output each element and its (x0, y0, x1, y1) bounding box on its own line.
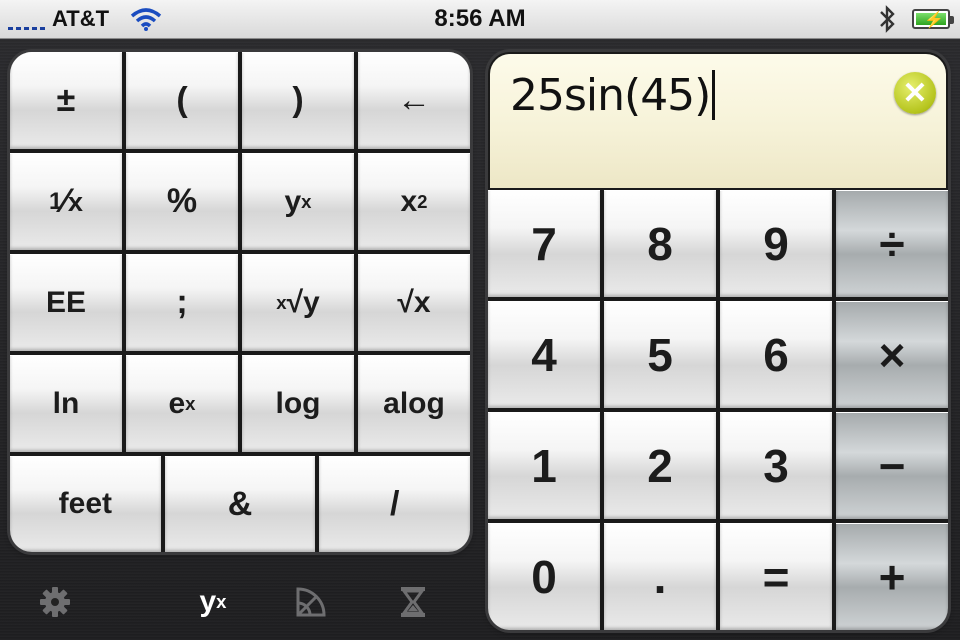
digit-1-key[interactable]: 1 (488, 412, 600, 519)
decimal-point-key[interactable]: . (604, 523, 716, 630)
reciprocal-denominator: x (67, 185, 84, 217)
power-base: y (284, 184, 302, 218)
ampersand-key[interactable]: & (164, 456, 316, 552)
numeric-keypad: 25sin(45) ✕ 7 8 9 ÷ 4 5 6 × 1 2 3 − 0 . … (488, 52, 948, 630)
slash-key[interactable]: / (319, 456, 470, 552)
digit-2-key[interactable]: 2 (604, 412, 716, 519)
root-radicand: √y (286, 285, 320, 319)
power-key[interactable]: yx (242, 153, 354, 250)
square-root-key[interactable]: √x (358, 254, 470, 351)
status-bar: AT&T 8:56 AM ⚡ (0, 0, 960, 39)
backspace-key[interactable]: ← (358, 52, 470, 149)
plus-minus-key[interactable]: ± (10, 52, 122, 149)
clear-x-icon[interactable]: ✕ (894, 72, 936, 114)
function-mode-tab[interactable]: yx (188, 580, 238, 624)
add-key[interactable]: + (836, 523, 948, 630)
scientific-keypad: ± ( ) ← 1 ⁄ x % yx x2 EE ; x √y √x ln ex lo… (10, 52, 470, 552)
equals-key[interactable]: = (720, 523, 832, 630)
text-cursor (712, 70, 716, 120)
protractor-icon[interactable] (286, 580, 336, 624)
nth-root-key[interactable]: x √y (242, 254, 354, 351)
gear-icon[interactable] (30, 580, 80, 624)
digit-5-key[interactable]: 5 (604, 301, 716, 408)
multiply-key[interactable]: × (836, 301, 948, 408)
open-paren-key[interactable]: ( (126, 52, 238, 149)
bottom-toolbar: yx (0, 572, 480, 632)
square-key[interactable]: x2 (358, 153, 470, 250)
semicolon-key[interactable]: ; (126, 254, 238, 351)
expression-display[interactable]: 25sin(45) ✕ (490, 54, 946, 188)
subtract-key[interactable]: − (836, 412, 948, 519)
close-paren-key[interactable]: ) (242, 52, 354, 149)
expression-text: 25sin(45) (510, 70, 716, 121)
digit-9-key[interactable]: 9 (720, 190, 832, 297)
battery-charging-icon: ⚡ (912, 9, 954, 29)
status-time: 8:56 AM (434, 5, 526, 32)
divide-key[interactable]: ÷ (836, 190, 948, 297)
digit-3-key[interactable]: 3 (720, 412, 832, 519)
feet-key[interactable]: feet (10, 456, 161, 552)
digit-7-key[interactable]: 7 (488, 190, 600, 297)
digit-0-key[interactable]: 0 (488, 523, 600, 630)
digit-8-key[interactable]: 8 (604, 190, 716, 297)
exp-key[interactable]: ex (126, 355, 238, 452)
square-base: x (400, 184, 418, 218)
exp-base: e (168, 386, 186, 420)
digit-4-key[interactable]: 4 (488, 301, 600, 408)
log-key[interactable]: log (242, 355, 354, 452)
function-tab-base: y (199, 585, 217, 618)
digit-6-key[interactable]: 6 (720, 301, 832, 408)
ln-key[interactable]: ln (10, 355, 122, 452)
percent-key[interactable]: % (126, 153, 238, 250)
exponent-entry-key[interactable]: EE (10, 254, 122, 351)
bluetooth-icon (880, 5, 895, 33)
reciprocal-key[interactable]: 1 ⁄ x (10, 153, 122, 250)
alog-key[interactable]: alog (358, 355, 470, 452)
hourglass-icon[interactable] (388, 580, 438, 624)
